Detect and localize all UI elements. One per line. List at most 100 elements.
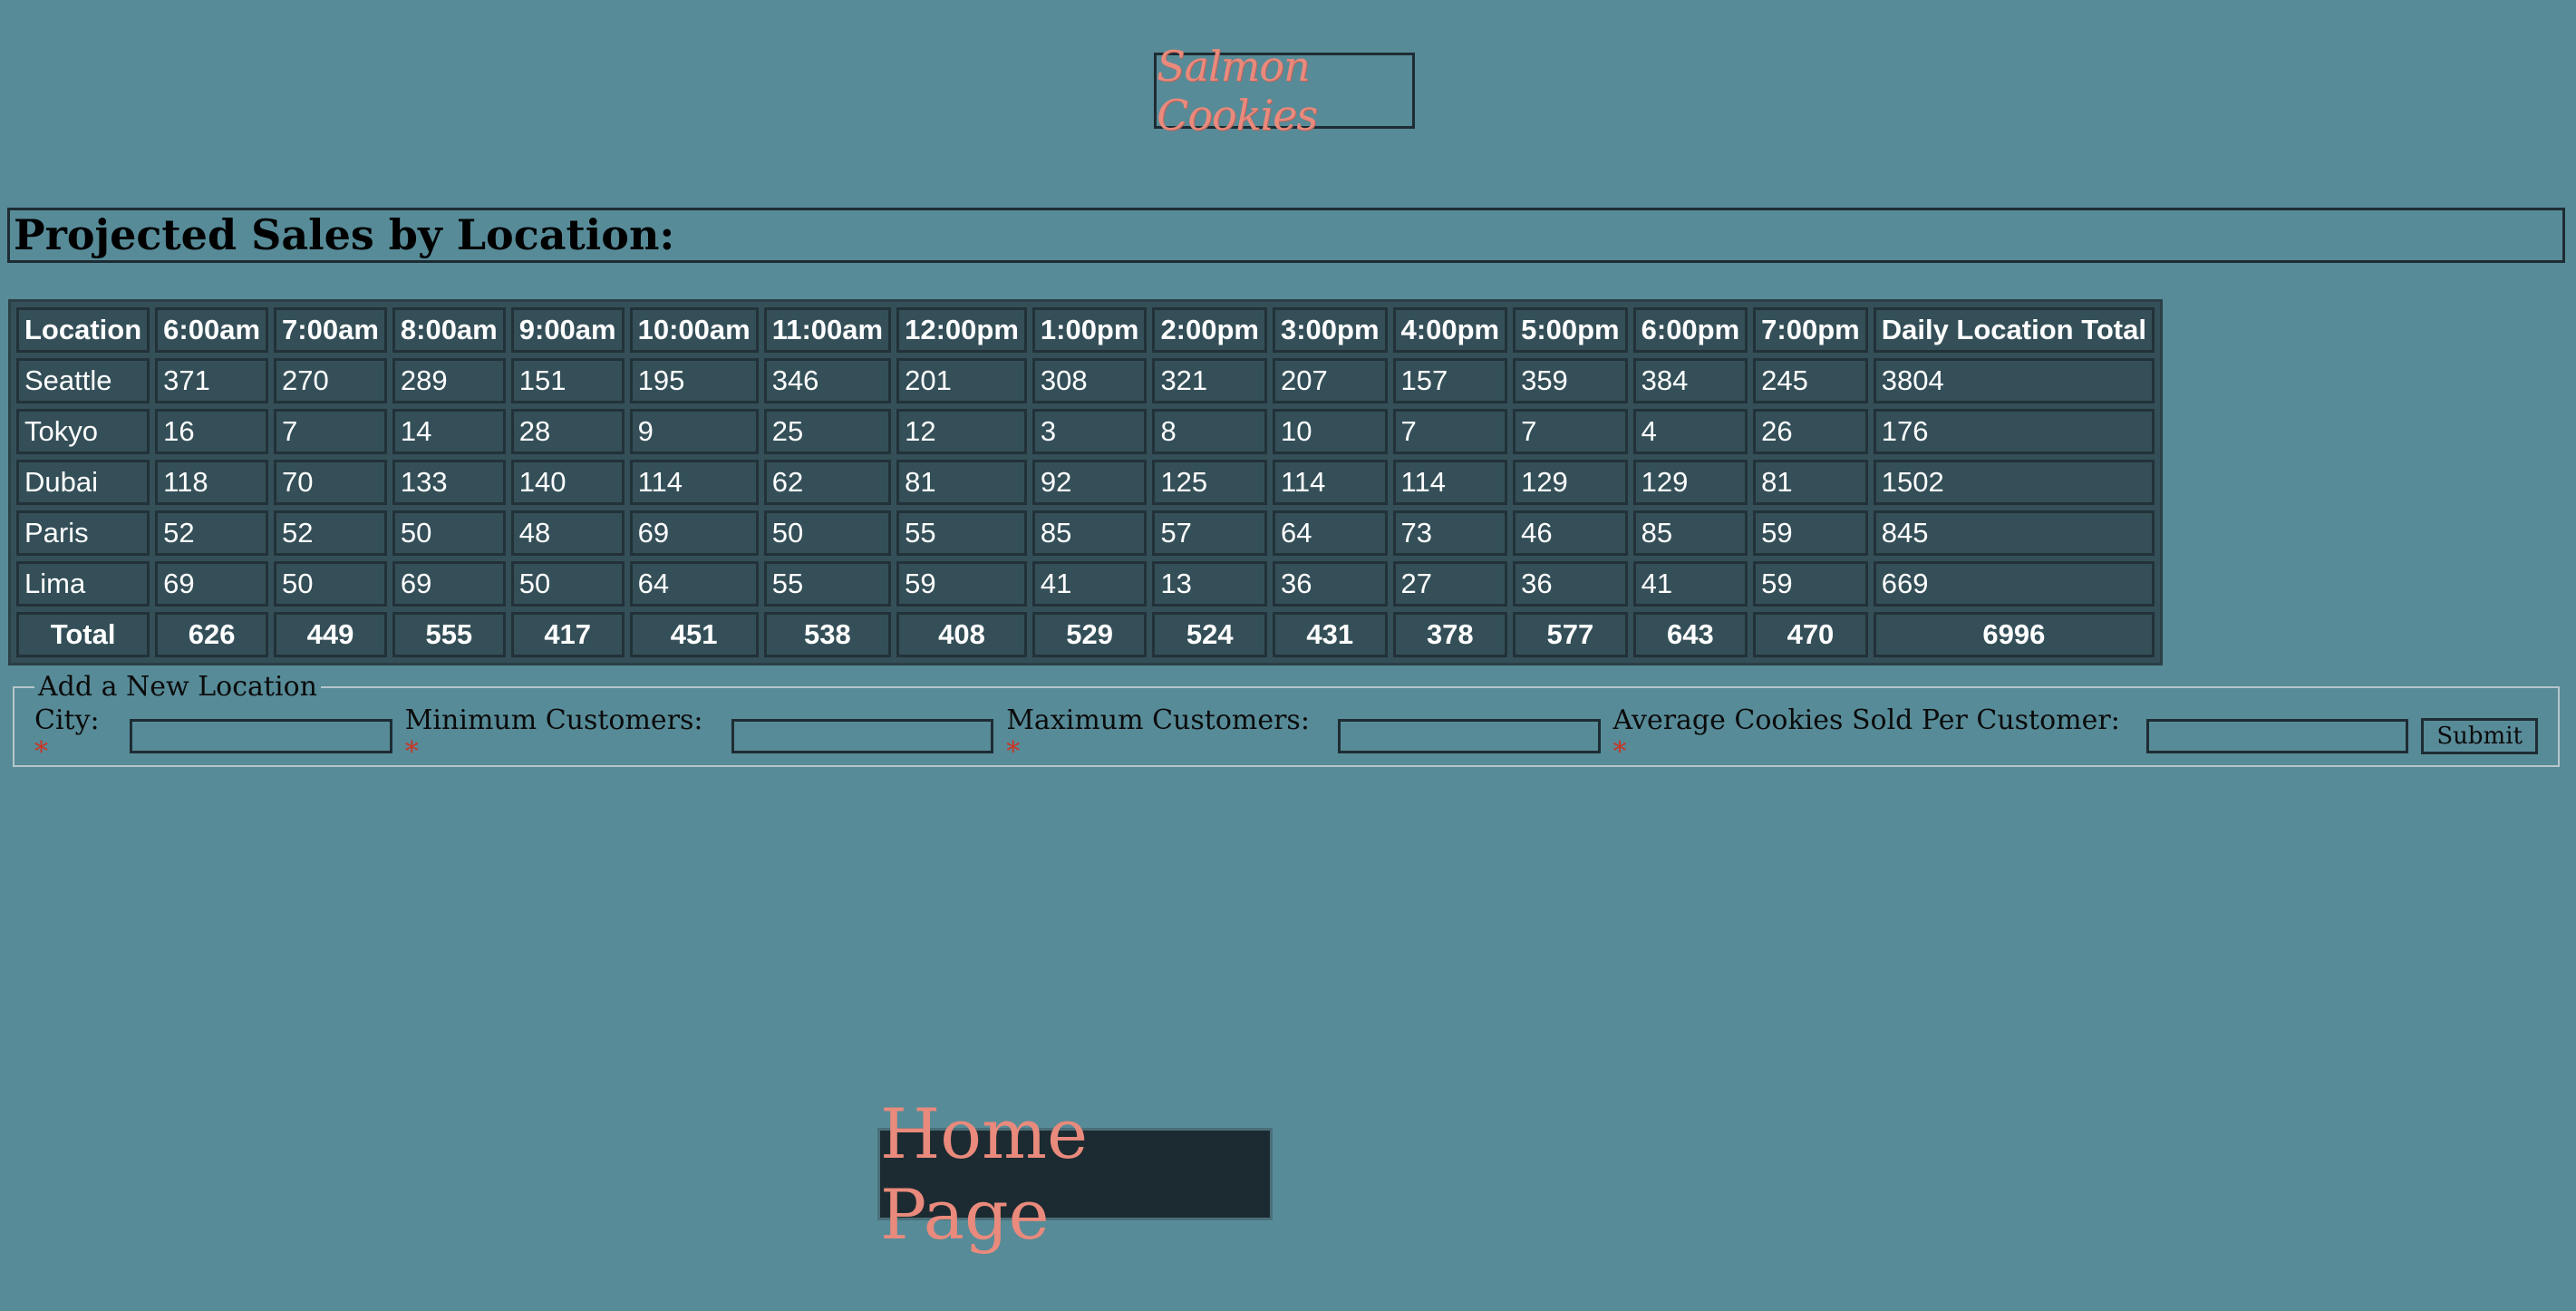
sales-cell: 52 bbox=[274, 510, 387, 556]
totals-row: Total 626 449 555 417 451 538 408 529 524 431 378 57… bbox=[16, 612, 2155, 657]
sales-cell: 36 bbox=[1513, 561, 1628, 607]
sales-cell: 26 bbox=[1753, 409, 1868, 454]
sales-cell: 46 bbox=[1513, 510, 1628, 556]
sales-cell: 73 bbox=[1392, 510, 1508, 556]
city-label: City: * bbox=[34, 704, 121, 768]
sales-cell: 25 bbox=[763, 409, 892, 454]
avg-cookies-label-text: Average Cookies Sold Per Customer: bbox=[1612, 704, 2120, 736]
sales-cell: 50 bbox=[392, 510, 506, 556]
sales-cell: 7 bbox=[1513, 409, 1628, 454]
column-header: 5:00pm bbox=[1513, 307, 1628, 353]
total-cell: 6996 bbox=[1873, 612, 2155, 657]
sales-cell: 140 bbox=[510, 460, 625, 505]
city-input[interactable] bbox=[130, 719, 392, 753]
sales-cell: 59 bbox=[896, 561, 1027, 607]
total-cell: 470 bbox=[1753, 612, 1868, 657]
table-row: Lima 69 50 69 50 64 55 59 41 13 36 27 36 41 59 669 bbox=[16, 561, 2155, 607]
table-row: Dubai 118 70 133 140 114 62 81 92 125 114 114 129 129… bbox=[16, 460, 2155, 505]
sales-cell: 85 bbox=[1632, 510, 1748, 556]
sales-cell: 85 bbox=[1031, 510, 1148, 556]
avg-cookies-input[interactable] bbox=[2145, 719, 2409, 753]
sales-cell: 27 bbox=[1392, 561, 1508, 607]
submit-button[interactable]: Submit bbox=[2421, 718, 2538, 754]
sales-cell: 346 bbox=[763, 358, 892, 403]
sales-cell: 359 bbox=[1513, 358, 1628, 403]
daily-total-cell: 669 bbox=[1873, 561, 2155, 607]
column-header: 8:00am bbox=[392, 307, 506, 353]
daily-total-cell: 1502 bbox=[1873, 460, 2155, 505]
sales-cell: 118 bbox=[155, 460, 269, 505]
column-header: 7:00pm bbox=[1753, 307, 1868, 353]
sales-cell: 289 bbox=[392, 358, 506, 403]
sales-cell: 7 bbox=[274, 409, 387, 454]
totals-label-cell: Total bbox=[16, 612, 150, 657]
sales-cell: 14 bbox=[392, 409, 506, 454]
sales-cell: 81 bbox=[896, 460, 1027, 505]
sales-cell: 157 bbox=[1392, 358, 1508, 403]
sales-cell: 12 bbox=[896, 409, 1027, 454]
sales-cell: 4 bbox=[1632, 409, 1748, 454]
daily-total-cell: 845 bbox=[1873, 510, 2155, 556]
location-name-cell: Tokyo bbox=[16, 409, 150, 454]
site-logo: Salmon Cookies bbox=[1154, 42, 1415, 140]
table-header-row: Location 6:00am 7:00am 8:00am 9:00am 10:… bbox=[16, 307, 2155, 353]
sales-cell: 125 bbox=[1152, 460, 1267, 505]
sales-cell: 70 bbox=[274, 460, 387, 505]
sales-cell: 81 bbox=[1753, 460, 1868, 505]
avg-cookies-label: Average Cookies Sold Per Customer: * bbox=[1613, 704, 2137, 768]
sales-cell: 64 bbox=[1272, 510, 1388, 556]
total-cell: 538 bbox=[763, 612, 892, 657]
sales-cell: 114 bbox=[1272, 460, 1388, 505]
sales-cell: 69 bbox=[155, 561, 269, 607]
total-cell: 449 bbox=[274, 612, 387, 657]
sales-cell: 36 bbox=[1272, 561, 1388, 607]
column-header: 1:00pm bbox=[1031, 307, 1148, 353]
sales-cell: 129 bbox=[1513, 460, 1628, 505]
column-header: 11:00am bbox=[763, 307, 892, 353]
total-cell: 555 bbox=[392, 612, 506, 657]
sales-cell: 48 bbox=[510, 510, 625, 556]
total-cell: 577 bbox=[1513, 612, 1628, 657]
sales-cell: 8 bbox=[1152, 409, 1267, 454]
location-name-cell: Dubai bbox=[16, 460, 150, 505]
sales-cell: 55 bbox=[763, 561, 892, 607]
sales-cell: 151 bbox=[510, 358, 625, 403]
column-header: 3:00pm bbox=[1272, 307, 1388, 353]
sales-cell: 57 bbox=[1152, 510, 1267, 556]
sales-cell: 59 bbox=[1753, 510, 1868, 556]
sales-cell: 7 bbox=[1392, 409, 1508, 454]
sales-cell: 16 bbox=[155, 409, 269, 454]
total-cell: 408 bbox=[896, 612, 1027, 657]
form-fields-row: City: * Minimum Customers: * Maximum Cus… bbox=[34, 704, 2538, 768]
sales-cell: 55 bbox=[896, 510, 1027, 556]
max-customers-input[interactable] bbox=[1338, 719, 1601, 753]
total-cell: 643 bbox=[1632, 612, 1748, 657]
min-customers-label: Minimum Customers: * bbox=[405, 704, 722, 768]
daily-total-cell: 176 bbox=[1873, 409, 2155, 454]
total-cell: 417 bbox=[510, 612, 625, 657]
required-mark: * bbox=[404, 736, 419, 768]
max-customers-label: Maximum Customers: * bbox=[1006, 704, 1329, 768]
sales-cell: 308 bbox=[1031, 358, 1148, 403]
required-mark: * bbox=[34, 736, 48, 768]
sales-cell: 64 bbox=[629, 561, 759, 607]
column-header: 6:00am bbox=[155, 307, 269, 353]
column-header: 12:00pm bbox=[896, 307, 1027, 353]
column-header: 4:00pm bbox=[1392, 307, 1508, 353]
total-cell: 378 bbox=[1392, 612, 1508, 657]
sales-table-foot: Total 626 449 555 417 451 538 408 529 524 431 378 57… bbox=[16, 612, 2155, 657]
min-customers-input[interactable] bbox=[731, 719, 994, 753]
sales-cell: 92 bbox=[1031, 460, 1148, 505]
required-mark: * bbox=[1006, 736, 1021, 768]
sales-cell: 207 bbox=[1272, 358, 1388, 403]
sales-cell: 50 bbox=[763, 510, 892, 556]
required-mark: * bbox=[1612, 736, 1627, 768]
table-row: Paris 52 52 50 48 69 50 55 85 57 64 73 46 85 59 845 bbox=[16, 510, 2155, 556]
table-row: Seattle 371 270 289 151 195 346 201 308 321 207 157… bbox=[16, 358, 2155, 403]
city-label-text: City: bbox=[34, 704, 100, 736]
sales-cell: 321 bbox=[1152, 358, 1267, 403]
home-page-link[interactable]: Home Page bbox=[877, 1093, 1273, 1255]
sales-cell: 69 bbox=[629, 510, 759, 556]
sales-cell: 114 bbox=[629, 460, 759, 505]
sales-cell: 195 bbox=[629, 358, 759, 403]
